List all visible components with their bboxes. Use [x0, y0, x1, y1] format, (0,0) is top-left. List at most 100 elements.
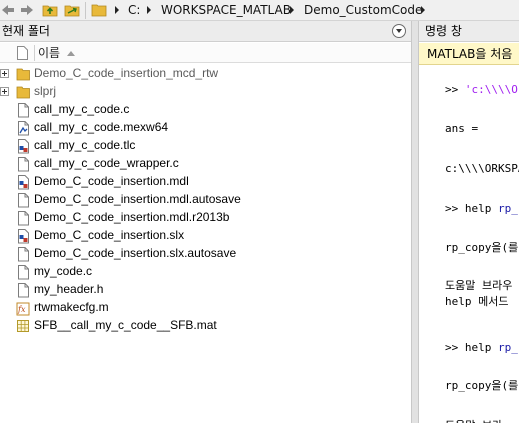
m-function-icon: fx	[16, 302, 30, 316]
panel-title: 명령 창	[425, 24, 462, 38]
chevron-right-icon[interactable]	[144, 3, 154, 17]
expand-icon[interactable]	[0, 87, 9, 96]
command-line: help 메서드	[445, 295, 508, 308]
file-name[interactable]: Demo_C_code_insertion.mdl	[34, 174, 189, 189]
column-divider[interactable]	[34, 45, 35, 61]
file-icon	[17, 46, 28, 60]
file-name[interactable]: call_my_c_code.mexw64	[34, 120, 168, 135]
c-file-icon	[18, 157, 29, 172]
folder-icon	[16, 86, 30, 99]
expand-icon[interactable]	[0, 69, 9, 78]
prompt: >>	[445, 341, 465, 354]
file-name[interactable]: rtwmakecfg.m	[34, 300, 109, 315]
sort-ascending-icon[interactable]	[67, 51, 75, 56]
c-file-icon	[18, 103, 29, 118]
notice-bar[interactable]: MATLAB을 처음	[419, 43, 519, 65]
panel-actions-icon[interactable]	[392, 24, 406, 38]
command-text: rp_copy을(를	[445, 241, 519, 254]
breadcrumb-drive[interactable]: C:	[128, 3, 140, 18]
file-row[interactable]: Demo_C_code_insertion.slx.autosave	[0, 245, 411, 263]
command-line: >> help rp_	[445, 202, 518, 215]
command-text: rp_copy을(를	[445, 379, 519, 392]
panel-title: 현재 폴더	[2, 24, 50, 38]
command-text: help 메서드	[445, 295, 509, 308]
current-folder-panel: 현재 폴더 이름 Demo_C_code_insertion_mcd_rtwsl…	[0, 21, 411, 423]
h-file-icon	[18, 283, 29, 298]
forward-arrow-icon[interactable]	[19, 2, 35, 18]
file-row[interactable]: Demo_C_code_insertion.slx	[0, 227, 411, 245]
file-row[interactable]: call_my_c_code.mexw64	[0, 119, 411, 137]
folder-row[interactable]: slprj	[0, 83, 411, 101]
folder-icon[interactable]	[91, 2, 107, 18]
file-name[interactable]: call_my_c_code.tlc	[34, 138, 135, 153]
file-name[interactable]: Demo_C_code_insertion.mdl.autosave	[34, 192, 241, 207]
file-row[interactable]: call_my_c_code.c	[0, 101, 411, 119]
toolbar-separator	[85, 2, 86, 19]
command-text: help	[464, 202, 498, 215]
file-row[interactable]: Demo_C_code_insertion.mdl.autosave	[0, 191, 411, 209]
up-folder-icon[interactable]	[42, 2, 58, 18]
file-name[interactable]: Demo_C_code_insertion.slx.autosave	[34, 246, 236, 261]
command-text: ans =	[445, 122, 479, 135]
browse-folder-icon[interactable]	[64, 2, 80, 18]
file-row[interactable]: Demo_C_code_insertion.mdl	[0, 173, 411, 191]
command-text: 도움말 브라우	[445, 279, 513, 292]
chevron-right-icon[interactable]	[287, 3, 297, 17]
simulink-model-icon	[18, 175, 29, 190]
mat-file-icon	[17, 320, 29, 332]
c-file-icon	[18, 265, 29, 280]
function-link[interactable]: rp_	[498, 202, 518, 215]
command-text: c:\\\\ORKSPA	[445, 162, 519, 175]
command-window-panel: 명령 창 MATLAB을 처음 >> 'c:\\\\OF ans = c:\\\\O…	[419, 21, 519, 423]
tlc-file-icon	[18, 139, 29, 154]
file-row[interactable]: fx rtwmakecfg.m	[0, 299, 411, 317]
file-name[interactable]: call_my_c_code.c	[34, 102, 129, 117]
breadcrumb-workspace[interactable]: WORKSPACE_MATLAB	[161, 3, 291, 18]
file-icon	[18, 193, 29, 208]
command-text: help	[464, 341, 498, 354]
file-name[interactable]: Demo_C_code_insertion.slx	[34, 228, 184, 243]
notice-text[interactable]: MATLAB을 처음	[427, 47, 512, 61]
mex-file-icon	[18, 121, 29, 136]
function-link[interactable]: rp_	[498, 341, 518, 354]
folder-icon	[16, 68, 30, 81]
command-line: rp_copy을(를	[445, 379, 518, 392]
folder-row[interactable]: Demo_C_code_insertion_mcd_rtw	[0, 65, 411, 83]
path-toolbar: C: WORKSPACE_MATLAB Demo_CustomCode	[0, 0, 519, 21]
file-row[interactable]: call_my_c_code_wrapper.c	[0, 155, 411, 173]
file-name[interactable]: my_code.c	[34, 264, 92, 279]
panel-header: 명령 창	[419, 21, 519, 42]
panel-header: 현재 폴더	[0, 21, 411, 42]
chevron-right-icon[interactable]	[418, 3, 428, 17]
file-name[interactable]: my_header.h	[34, 282, 103, 297]
simulink-model-icon	[18, 229, 29, 244]
file-name[interactable]: Demo_C_code_insertion.mdl.r2013b	[34, 210, 229, 225]
command-line: >> help rp_	[445, 341, 518, 354]
prompt: >>	[445, 83, 465, 96]
file-name[interactable]: Demo_C_code_insertion_mcd_rtw	[34, 66, 218, 81]
command-line: rp_copy을(를	[445, 241, 518, 254]
pane-splitter[interactable]	[411, 21, 419, 423]
file-icon	[18, 211, 29, 226]
file-name[interactable]: slprj	[34, 84, 56, 99]
command-line: ans =	[445, 122, 478, 135]
file-row[interactable]: call_my_c_code.tlc	[0, 137, 411, 155]
file-name[interactable]: SFB__call_my_c_code__SFB.mat	[34, 318, 217, 333]
svg-text:fx: fx	[17, 305, 26, 314]
file-name[interactable]: call_my_c_code_wrapper.c	[34, 156, 179, 171]
back-arrow-icon[interactable]	[0, 2, 16, 18]
file-row[interactable]: Demo_C_code_insertion.mdl.r2013b	[0, 209, 411, 227]
column-header[interactable]: 이름	[0, 43, 411, 63]
command-line: c:\\\\ORKSPA	[445, 162, 519, 175]
file-row[interactable]: my_code.c	[0, 263, 411, 281]
file-row[interactable]: SFB__call_my_c_code__SFB.mat	[0, 317, 411, 335]
column-name-label[interactable]: 이름	[38, 46, 60, 60]
chevron-right-icon[interactable]	[112, 3, 122, 17]
breadcrumb-current-folder[interactable]: Demo_CustomCode	[304, 3, 422, 18]
file-row[interactable]: my_header.h	[0, 281, 411, 299]
command-line: 도움말 브라	[445, 419, 502, 423]
command-text: 'c:\\\\OF	[464, 83, 519, 96]
command-line: 도움말 브라우	[445, 279, 512, 292]
prompt: >>	[445, 202, 465, 215]
file-icon	[18, 247, 29, 262]
